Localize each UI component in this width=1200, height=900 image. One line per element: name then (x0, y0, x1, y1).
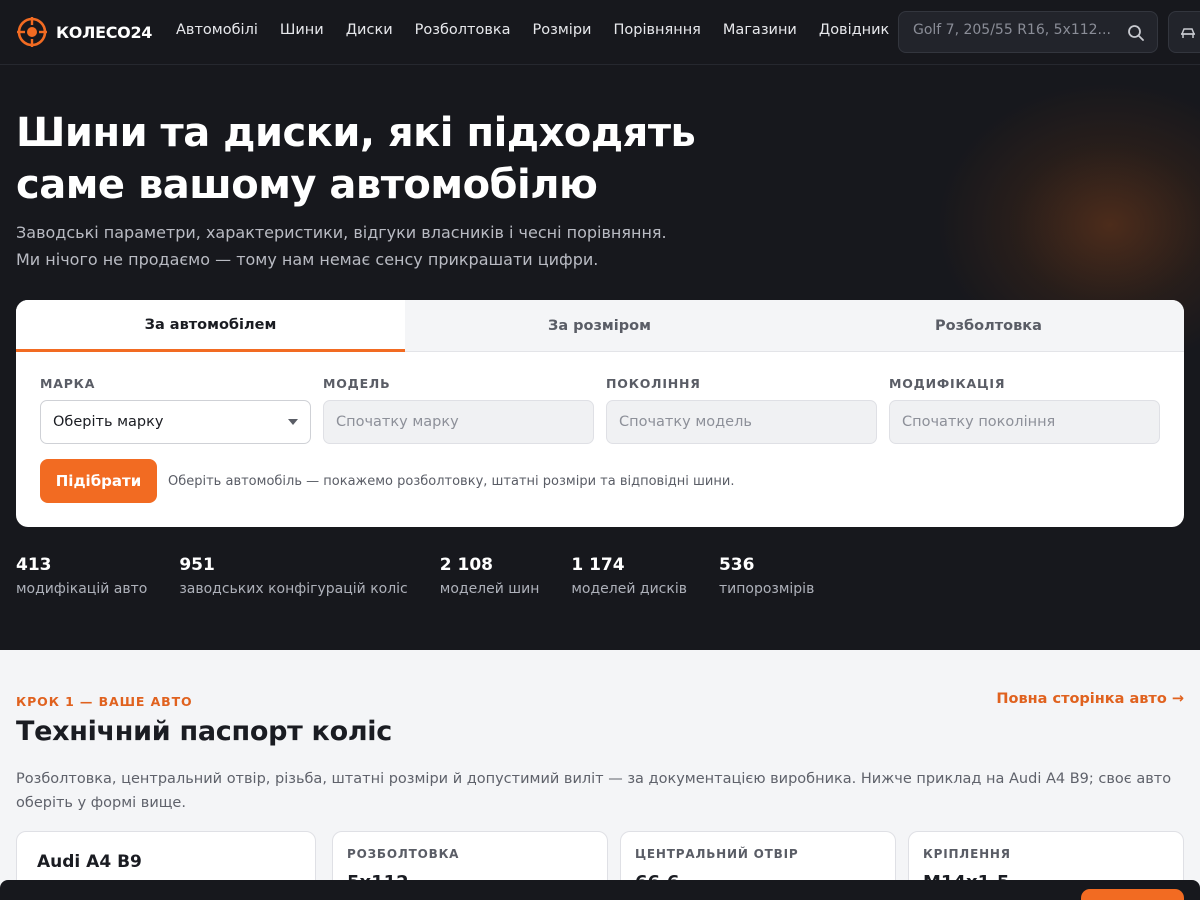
stat-number: 413 (16, 555, 52, 575)
section-description: Розболтовка, центральний отвір, різьба, … (16, 771, 1172, 811)
nav-item-sizes[interactable]: Розміри (533, 22, 592, 38)
main-nav: Автомобілі Шини Диски Розболтовка Розмір… (176, 22, 889, 38)
stat-item: 951 заводських конфігурацій коліс (179, 555, 407, 597)
hero-subtitle-line: Ми нічого не продаємо — тому нам немає с… (16, 250, 599, 269)
section-title: Технічний паспорт коліс (16, 716, 392, 747)
modification-label: МОДИФІКАЦІЯ (889, 376, 1006, 391)
hero-section: Шини та диски, які підходять саме вашому… (0, 65, 1200, 650)
stat-label: моделей дисків (571, 581, 687, 597)
stat-number: 2 108 (439, 555, 493, 575)
hero-subtitle: Заводські параметри, характеристики, від… (16, 219, 667, 273)
nav-item-bolt-pattern[interactable]: Розболтовка (415, 22, 511, 38)
brand-select[interactable]: Оберіть марку (40, 400, 311, 444)
search-icon[interactable] (1127, 24, 1145, 42)
stat-item: 413 модифікацій авто (16, 555, 147, 597)
brand-label: МАРКА (40, 376, 96, 391)
generation-select[interactable]: Спочатку модель (606, 400, 877, 444)
sticky-bottom-bar (0, 880, 1200, 900)
pick-button[interactable]: Підібрати (40, 459, 157, 503)
spec-label: РОЗБОЛТОВКА (347, 847, 460, 861)
nav-item-cars[interactable]: Автомобілі (176, 22, 258, 38)
logo[interactable]: КОЛЕСО24 (16, 16, 152, 48)
generation-label: ПОКОЛІННЯ (606, 376, 701, 391)
garage-button[interactable] (1168, 11, 1200, 53)
tab-by-car[interactable]: За автомобілем (16, 300, 405, 352)
spec-label: ЦЕНТРАЛЬНИЙ ОТВІР (635, 847, 799, 861)
stat-label: моделей шин (439, 581, 540, 597)
modification-select[interactable]: Спочатку покоління (889, 400, 1160, 444)
nav-item-wheels[interactable]: Диски (346, 22, 393, 38)
model-select-placeholder: Спочатку марку (336, 414, 459, 430)
stat-item: 2 108 моделей шин (440, 555, 540, 597)
stat-item: 536 типорозмірів (719, 555, 814, 597)
stat-label: модифікацій авто (16, 581, 148, 597)
full-car-page-link[interactable]: Повна сторінка авто → (996, 691, 1184, 707)
spec-label: КРІПЛЕННЯ (923, 847, 1011, 861)
stat-label: заводських конфігурацій коліс (179, 581, 408, 597)
wheel-finder-panel: За автомобілем За розміром Розболтовка М… (16, 300, 1184, 527)
section-eyebrow: КРОК 1 — ВАШЕ АВТО (16, 694, 193, 709)
car-name: Audi A4 B9 (37, 852, 142, 872)
search-box (898, 11, 1158, 53)
model-field: МОДЕЛЬ Спочатку марку (323, 376, 594, 444)
brand-field: МАРКА Оберіть марку (40, 376, 311, 444)
hero-subtitle-line: Заводські параметри, характеристики, від… (16, 223, 667, 242)
generation-select-placeholder: Спочатку модель (619, 414, 752, 430)
nav-item-reference[interactable]: Довідник (819, 22, 889, 38)
stat-number: 536 (718, 555, 755, 575)
nav-item-compare[interactable]: Порівняння (613, 22, 700, 38)
hero-title: Шини та диски, які підходять саме вашому… (16, 110, 696, 208)
logo-text: КОЛЕСО24 (56, 22, 153, 42)
wheel-target-icon (17, 17, 47, 47)
nav-item-tires[interactable]: Шини (280, 22, 324, 38)
tab-by-size[interactable]: За розміром (405, 300, 794, 352)
model-select[interactable]: Спочатку марку (323, 400, 594, 444)
finder-hint: Оберіть автомобіль — покажемо розболтовк… (168, 474, 735, 489)
chevron-down-icon (288, 419, 298, 425)
stat-number: 951 (179, 555, 215, 575)
car-icon (1180, 28, 1196, 38)
top-navigation-bar: КОЛЕСО24 Автомобілі Шини Диски Розболтов… (0, 0, 1200, 65)
sticky-cta-button[interactable] (1081, 889, 1184, 900)
stat-item: 1 174 моделей дисків (571, 555, 687, 597)
modification-select-placeholder: Спочатку покоління (902, 414, 1056, 430)
tab-bolt-pattern[interactable]: Розболтовка (794, 300, 1183, 352)
finder-tabs: За автомобілем За розміром Розболтовка (16, 300, 1184, 352)
search-input[interactable] (913, 22, 1113, 38)
generation-field: ПОКОЛІННЯ Спочатку модель (606, 376, 877, 444)
modification-field: МОДИФІКАЦІЯ Спочатку покоління (889, 376, 1160, 444)
model-label: МОДЕЛЬ (323, 376, 391, 391)
nav-item-shops[interactable]: Магазини (723, 22, 797, 38)
stat-label: типорозмірів (718, 581, 815, 597)
brand-select-value: Оберіть марку (53, 414, 164, 430)
stat-number: 1 174 (571, 555, 625, 575)
stats-row: 413 модифікацій авто 951 заводських конф… (16, 555, 814, 597)
